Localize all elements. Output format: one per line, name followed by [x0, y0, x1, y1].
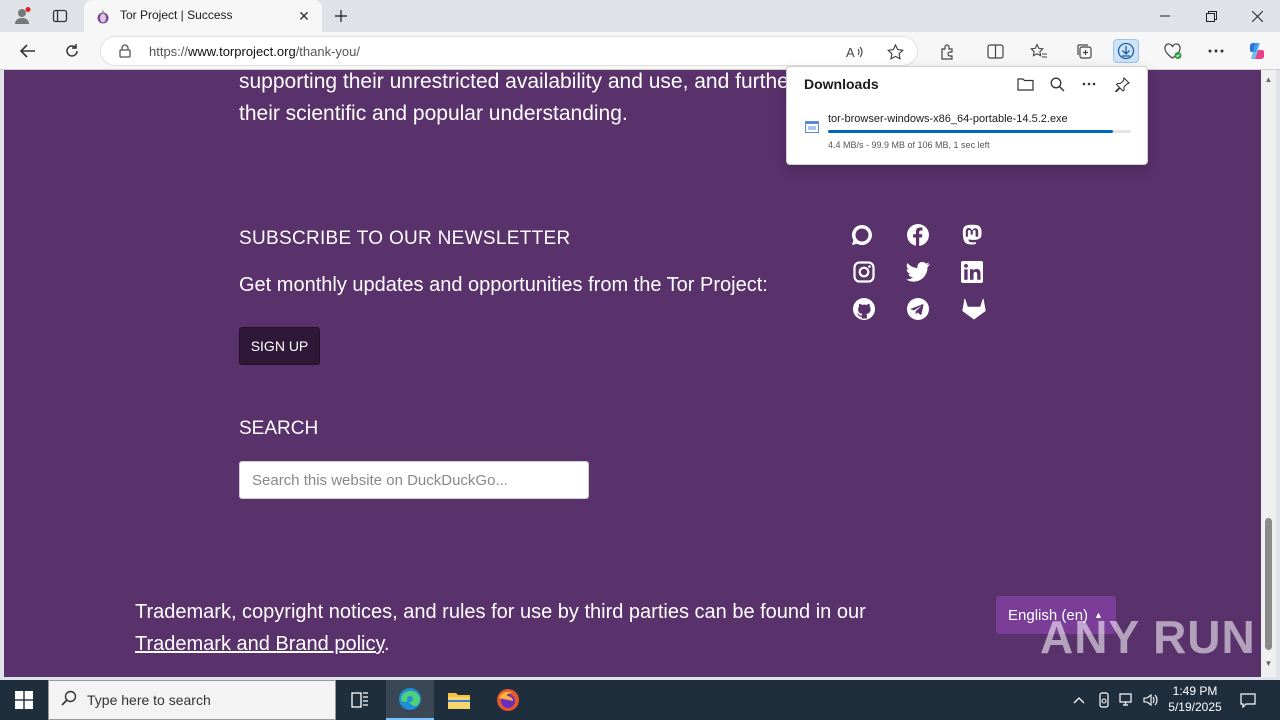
windows-taskbar: Type here to search 1:49 PM 5/19/2025: [0, 680, 1280, 720]
refresh-icon[interactable]: [57, 37, 87, 65]
taskbar-search-placeholder: Type here to search: [87, 692, 211, 708]
chat-icon[interactable]: [849, 222, 875, 248]
search-icon: [61, 690, 77, 711]
address-bar[interactable]: https://www.torproject.org/thank-you/ A: [100, 36, 918, 66]
scroll-down-icon[interactable]: ▼: [1263, 658, 1274, 669]
system-clock[interactable]: 1:49 PM 5/19/2025: [1160, 683, 1230, 715]
more-options-icon[interactable]: [1203, 39, 1229, 63]
favorite-star-icon[interactable]: [883, 41, 907, 63]
browser-toolbar: https://www.torproject.org/thank-you/ A: [0, 32, 1280, 70]
profile-icon[interactable]: [8, 4, 36, 28]
copilot-icon[interactable]: [1244, 39, 1270, 63]
download-status: 4.4 MB/s - 99.9 MB of 106 MB, 1 sec left: [828, 140, 990, 150]
exe-file-icon: [805, 120, 819, 134]
extensions-icon[interactable]: [934, 39, 960, 63]
lock-icon[interactable]: [119, 44, 131, 63]
mastodon-icon[interactable]: [959, 222, 985, 248]
trademark-policy-link[interactable]: Trademark and Brand policy: [135, 633, 384, 655]
facebook-icon[interactable]: [905, 222, 931, 248]
twitter-icon[interactable]: [905, 259, 931, 285]
close-tab-icon[interactable]: ✕: [294, 6, 314, 26]
more-options-icon[interactable]: [1076, 73, 1102, 95]
clock-date: 5/19/2025: [1168, 700, 1222, 714]
gitlab-icon[interactable]: [961, 296, 987, 322]
collections-icon[interactable]: [1071, 39, 1097, 63]
taskbar-search-box[interactable]: Type here to search: [48, 680, 336, 720]
download-file-name[interactable]: tor-browser-windows-x86_64-portable-14.5…: [828, 113, 1068, 125]
volume-icon[interactable]: [1140, 680, 1162, 720]
favorites-icon[interactable]: [1026, 39, 1052, 63]
tab-tor-project[interactable]: Tor Project | Success ✕: [84, 0, 322, 32]
tab-title: Tor Project | Success: [120, 8, 233, 22]
task-view-icon[interactable]: [336, 680, 384, 720]
device-icon[interactable]: [1093, 680, 1115, 720]
back-icon[interactable]: [13, 37, 43, 65]
linkedin-icon[interactable]: [959, 259, 985, 285]
instagram-icon[interactable]: [851, 259, 877, 285]
split-screen-icon[interactable]: [982, 39, 1008, 63]
network-icon[interactable]: [1116, 680, 1138, 720]
scroll-thumb[interactable]: [1265, 518, 1272, 650]
notifications-icon[interactable]: [1236, 680, 1260, 720]
tor-favicon-icon: [96, 8, 110, 24]
search-downloads-icon[interactable]: [1044, 73, 1070, 95]
site-search-input[interactable]: Search this website on DuckDuckGo...: [239, 461, 589, 499]
download-progress-bar: [828, 130, 1131, 133]
tab-actions-icon[interactable]: [46, 4, 74, 28]
restore-icon[interactable]: [1188, 0, 1234, 32]
browser-essentials-icon[interactable]: [1159, 39, 1185, 63]
newsletter-text: Get monthly updates and opportunities fr…: [239, 274, 768, 296]
telegram-icon[interactable]: [905, 296, 931, 322]
edge-taskbar-icon[interactable]: [386, 680, 434, 720]
windows-start-icon[interactable]: [0, 680, 48, 720]
file-explorer-icon[interactable]: [435, 680, 483, 720]
show-hidden-icons-icon[interactable]: [1068, 680, 1090, 720]
trademark-notice: Trademark, copyright notices, and rules …: [135, 601, 866, 655]
read-aloud-icon[interactable]: A: [843, 41, 867, 63]
newsletter-heading: SUBSCRIBE TO OUR NEWSLETTER: [239, 228, 571, 249]
search-heading: SEARCH: [239, 418, 319, 439]
downloads-title: Downloads: [804, 76, 879, 92]
url-text: https://www.torproject.org/thank-you/: [149, 44, 361, 59]
downloads-panel: Downloads tor-browser-windows-x86_64-por…: [786, 66, 1148, 165]
downloads-icon[interactable]: [1113, 39, 1139, 63]
firefox-icon[interactable]: [484, 680, 532, 720]
sign-up-button[interactable]: SIGN UP: [239, 327, 320, 365]
scroll-up-icon[interactable]: ▲: [1263, 74, 1274, 85]
svg-text:A: A: [846, 45, 855, 60]
intro-text: supporting their unrestricted availabili…: [239, 70, 824, 130]
open-folder-icon[interactable]: [1012, 73, 1038, 95]
page-scrollbar[interactable]: ▲ ▼: [1261, 70, 1276, 677]
clock-time: 1:49 PM: [1172, 684, 1218, 698]
intro-line-1: supporting their unrestricted availabili…: [239, 70, 824, 93]
tab-strip: Tor Project | Success ✕: [0, 0, 1280, 32]
github-icon[interactable]: [851, 296, 877, 322]
pin-icon[interactable]: [1109, 73, 1135, 95]
download-progress-fill: [828, 130, 1114, 133]
new-tab-icon[interactable]: [327, 4, 355, 28]
intro-line-2: their scientific and popular understandi…: [239, 102, 628, 125]
minimize-icon[interactable]: [1142, 0, 1188, 32]
anyrun-watermark: ANY RUN: [1040, 611, 1256, 663]
close-window-icon[interactable]: [1234, 0, 1280, 32]
